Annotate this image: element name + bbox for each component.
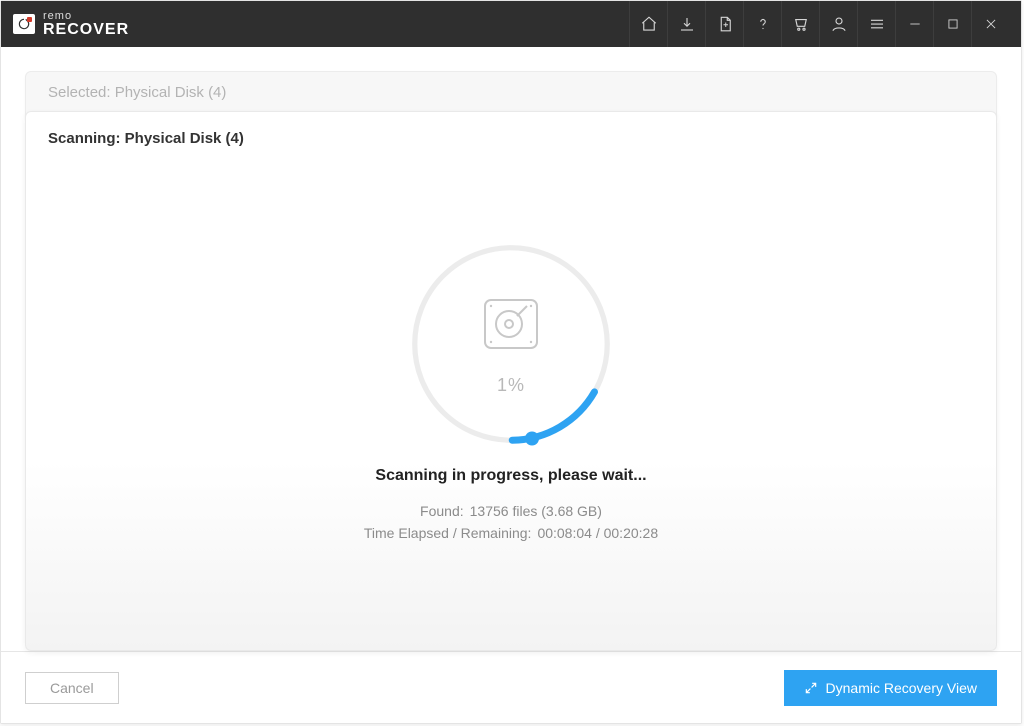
scan-stats: Found: 13756 files (3.68 GB) Time Elapse… — [364, 503, 658, 541]
progress-percent: 1% — [497, 375, 525, 396]
brand-line2: RECOVER — [43, 22, 129, 38]
expand-icon — [804, 681, 818, 695]
brand-line1: remo — [43, 11, 129, 22]
dynamic-recovery-view-button[interactable]: Dynamic Recovery View — [784, 670, 997, 706]
progress-area: 1% Scanning in progress, please wait... … — [48, 147, 974, 632]
time-label: Time Elapsed / Remaining: — [364, 525, 532, 541]
progress-ring: 1% — [406, 239, 616, 449]
titlebar-actions — [629, 1, 1009, 47]
footer-bar: Cancel Dynamic Recovery View — [1, 651, 1021, 723]
titlebar: remo RECOVER — [1, 1, 1021, 47]
disk-scan-icon — [479, 292, 543, 361]
add-file-icon[interactable] — [705, 1, 743, 47]
app-logo: remo RECOVER — [13, 11, 129, 38]
close-icon[interactable] — [971, 1, 1009, 47]
content-area: Selected: Physical Disk (4) Scanning: Ph… — [1, 47, 1021, 651]
scanning-header: Scanning: Physical Disk (4) — [48, 130, 974, 147]
logo-badge-icon — [13, 14, 35, 34]
maximize-icon[interactable] — [933, 1, 971, 47]
cart-icon[interactable] — [781, 1, 819, 47]
home-icon[interactable] — [629, 1, 667, 47]
found-value: 13756 files (3.68 GB) — [470, 503, 602, 519]
cancel-button[interactable]: Cancel — [25, 672, 119, 704]
time-value: 00:08:04 / 00:20:28 — [537, 525, 658, 541]
found-label: Found: — [420, 503, 464, 519]
status-message: Scanning in progress, please wait... — [375, 467, 646, 485]
menu-icon[interactable] — [857, 1, 895, 47]
dynamic-recovery-view-label: Dynamic Recovery View — [826, 680, 977, 696]
minimize-icon[interactable] — [895, 1, 933, 47]
download-icon[interactable] — [667, 1, 705, 47]
scanning-card: Scanning: Physical Disk (4) — [25, 111, 997, 651]
app-window: remo RECOVER — [0, 0, 1022, 724]
help-icon[interactable] — [743, 1, 781, 47]
user-icon[interactable] — [819, 1, 857, 47]
